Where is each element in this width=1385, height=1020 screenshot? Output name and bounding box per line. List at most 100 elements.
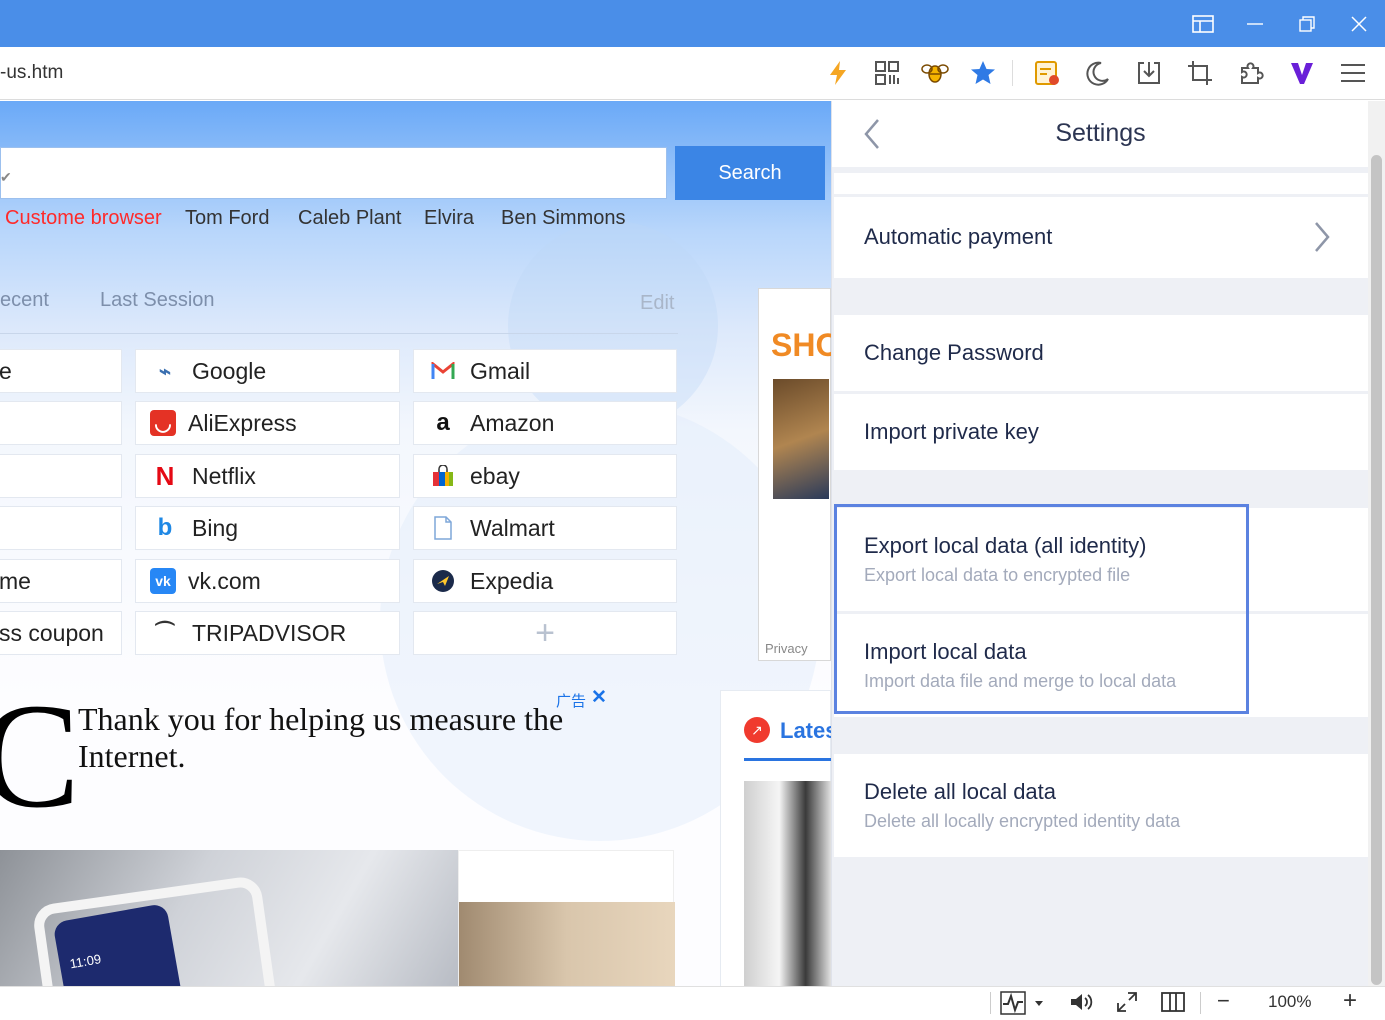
columns-icon <box>1161 992 1185 1012</box>
speed-dial-item[interactable] <box>0 506 122 550</box>
sidebar-layout-button[interactable] <box>1177 0 1229 47</box>
speed-dial-walmart[interactable]: Walmart <box>413 506 677 550</box>
address-bar[interactable] <box>0 47 1385 100</box>
crop-button[interactable] <box>1183 56 1217 90</box>
automatic-payment-label: Automatic payment <box>864 224 1053 249</box>
hot-word-link[interactable]: Tom Ford <box>185 207 269 230</box>
new-tab-page: ✔ Search Custome browser Tom Ford Caleb … <box>0 101 831 986</box>
news-thumbnail[interactable] <box>744 781 831 986</box>
news-image-tile[interactable] <box>458 850 675 986</box>
phone-time: 11:09 <box>68 951 103 972</box>
notes-icon <box>1035 61 1059 85</box>
url-text[interactable]: -us.htm <box>0 62 63 84</box>
speed-dial-aliexpress[interactable]: ◡ AliExpress <box>135 401 400 445</box>
menu-icon <box>1341 64 1365 82</box>
volume-button[interactable] <box>1069 991 1095 1018</box>
speed-dial-expedia[interactable]: Expedia <box>413 559 677 603</box>
hot-word-link[interactable]: Elvira <box>424 207 474 230</box>
speed-dial-ebay[interactable]: ebay <box>413 454 677 498</box>
speed-dial-tripadvisor[interactable]: ⏜ TRIPADVISOR <box>135 611 400 655</box>
speed-dial-label: AliExpress <box>188 409 297 436</box>
change-password-label: Change Password <box>864 340 1044 365</box>
background-logo <box>508 221 718 431</box>
speed-dial-bing[interactable]: b Bing <box>135 506 400 550</box>
hot-word-link[interactable]: Ben Simmons <box>501 207 626 230</box>
settings-title: Settings <box>1055 119 1146 147</box>
speed-dial-gmail[interactable]: Gmail <box>413 349 677 393</box>
speed-dial-label: Netflix <box>192 462 256 489</box>
latest-underline <box>744 758 831 761</box>
speed-dial-item[interactable]: ss coupon <box>0 611 122 655</box>
speed-dial-netflix[interactable]: N Netflix <box>135 454 400 498</box>
hot-word-link[interactable]: Caleb Plant <box>298 207 401 230</box>
shop-ad-banner[interactable]: SHO Privacy <box>758 288 831 661</box>
speed-dial-item[interactable] <box>0 401 122 445</box>
speaker-icon <box>1071 994 1093 1010</box>
minimize-button[interactable] <box>1229 0 1281 47</box>
toolbar-divider <box>1012 60 1013 86</box>
speed-dial-item[interactable]: me <box>0 559 122 603</box>
restore-button[interactable] <box>1281 0 1333 47</box>
v-logo-button[interactable] <box>1285 56 1319 90</box>
vk-icon: vk <box>150 568 176 594</box>
split-view-button[interactable] <box>1161 991 1185 1018</box>
news-image-phone[interactable]: 11:09 <box>0 850 458 986</box>
search-engine-chevron-icon[interactable]: ✔ <box>0 169 12 186</box>
bee-button[interactable] <box>918 56 952 90</box>
automatic-payment-row[interactable]: Automatic payment <box>834 197 1369 278</box>
lightning-icon <box>830 61 846 85</box>
speed-dial-item[interactable] <box>0 454 122 498</box>
scrollbar-thumb[interactable] <box>1371 155 1382 985</box>
status-divider <box>990 992 991 1014</box>
network-monitor-button[interactable] <box>1000 991 1048 1020</box>
import-private-key-row[interactable]: Import private key <box>834 394 1369 470</box>
search-input[interactable] <box>0 147 667 199</box>
main-menu-button[interactable] <box>1336 56 1370 90</box>
zoom-out-button[interactable]: − <box>1217 988 1230 1014</box>
privacy-link[interactable]: Privacy <box>765 641 808 656</box>
ad-close-icon[interactable]: ✕ <box>591 686 607 709</box>
speed-dial-google[interactable]: ⌁ Google <box>135 349 400 393</box>
close-window-button[interactable] <box>1333 0 1385 47</box>
speed-dial-label: Walmart <box>470 514 555 541</box>
speed-dial-label: me <box>0 567 31 594</box>
moon-icon <box>1086 61 1109 86</box>
extensions-button[interactable] <box>1234 56 1268 90</box>
trending-icon: ↗ <box>744 717 770 743</box>
hot-word-link[interactable]: Custome browser <box>5 207 162 230</box>
speed-dial-label: e <box>0 357 12 384</box>
minimize-icon <box>1247 22 1263 25</box>
latest-news-title[interactable]: Lates <box>780 718 831 744</box>
speed-dial-vk[interactable]: vk vk.com <box>135 559 400 603</box>
news-photo <box>459 902 675 986</box>
tab-last-session[interactable]: Last Session <box>100 289 215 312</box>
tripadvisor-icon: ⏜ <box>155 621 175 644</box>
add-speed-dial-button[interactable]: + <box>413 611 677 655</box>
bookmark-button[interactable] <box>966 56 1000 90</box>
page-icon <box>428 515 458 541</box>
product-image <box>773 379 829 499</box>
shop-ad-text: SHO <box>771 327 831 363</box>
search-button[interactable]: Search <box>675 146 825 200</box>
zoom-in-button[interactable]: + <box>1343 987 1357 1015</box>
bee-icon <box>921 64 949 83</box>
delete-local-data-label: Delete all local data <box>864 779 1057 804</box>
qr-button[interactable] <box>870 56 904 90</box>
night-mode-button[interactable] <box>1081 56 1115 90</box>
fullscreen-button[interactable] <box>1116 991 1138 1018</box>
change-password-row[interactable]: Change Password <box>834 315 1369 391</box>
gmail-icon <box>428 358 458 384</box>
netflix-icon: N <box>155 460 175 491</box>
download-button[interactable] <box>1132 56 1166 90</box>
speed-button[interactable] <box>821 56 855 90</box>
ad-message[interactable]: Thank you for helping us measure the Int… <box>78 701 598 775</box>
delete-local-data-row[interactable]: Delete all local data Delete all locally… <box>834 754 1369 857</box>
edit-link[interactable]: Edit <box>640 292 674 315</box>
tab-recent[interactable]: ecent <box>0 289 49 312</box>
notes-button[interactable] <box>1030 56 1064 90</box>
speed-dial-amazon[interactable]: a Amazon <box>413 401 677 445</box>
bing-icon: b <box>157 514 173 541</box>
delete-local-data-description: Delete all locally encrypted identity da… <box>864 811 1181 831</box>
expedia-icon <box>428 568 458 594</box>
speed-dial-item[interactable]: e <box>0 349 122 393</box>
